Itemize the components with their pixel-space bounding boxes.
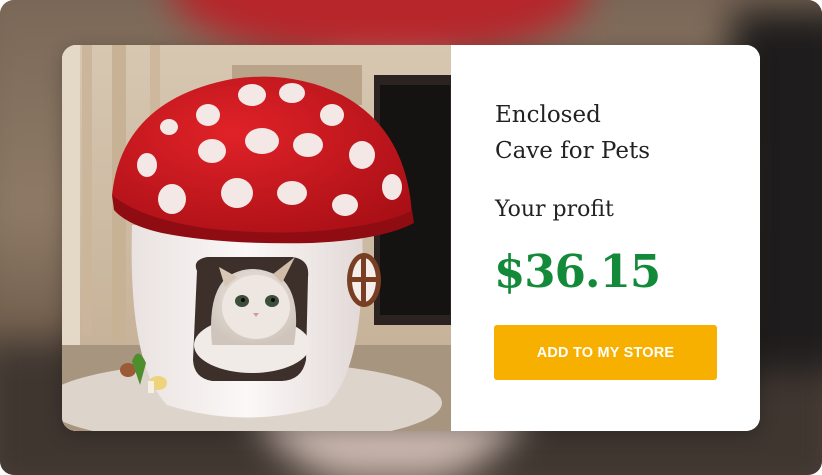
- product-title: Enclosed Cave for Pets: [495, 97, 735, 169]
- product-title-line-2: Cave for Pets: [495, 138, 650, 164]
- product-info-panel: Enclosed Cave for Pets Your profit $36.1…: [451, 45, 760, 431]
- profit-price: $36.15: [494, 245, 661, 298]
- product-card: Enclosed Cave for Pets Your profit $36.1…: [62, 45, 760, 431]
- profit-label: Your profit: [495, 197, 614, 222]
- add-to-my-store-button[interactable]: ADD TO MY STORE: [494, 325, 717, 380]
- cat: [211, 257, 297, 345]
- window-decoration: [347, 253, 381, 307]
- product-title-line-1: Enclosed: [495, 102, 601, 128]
- product-image: [62, 45, 451, 431]
